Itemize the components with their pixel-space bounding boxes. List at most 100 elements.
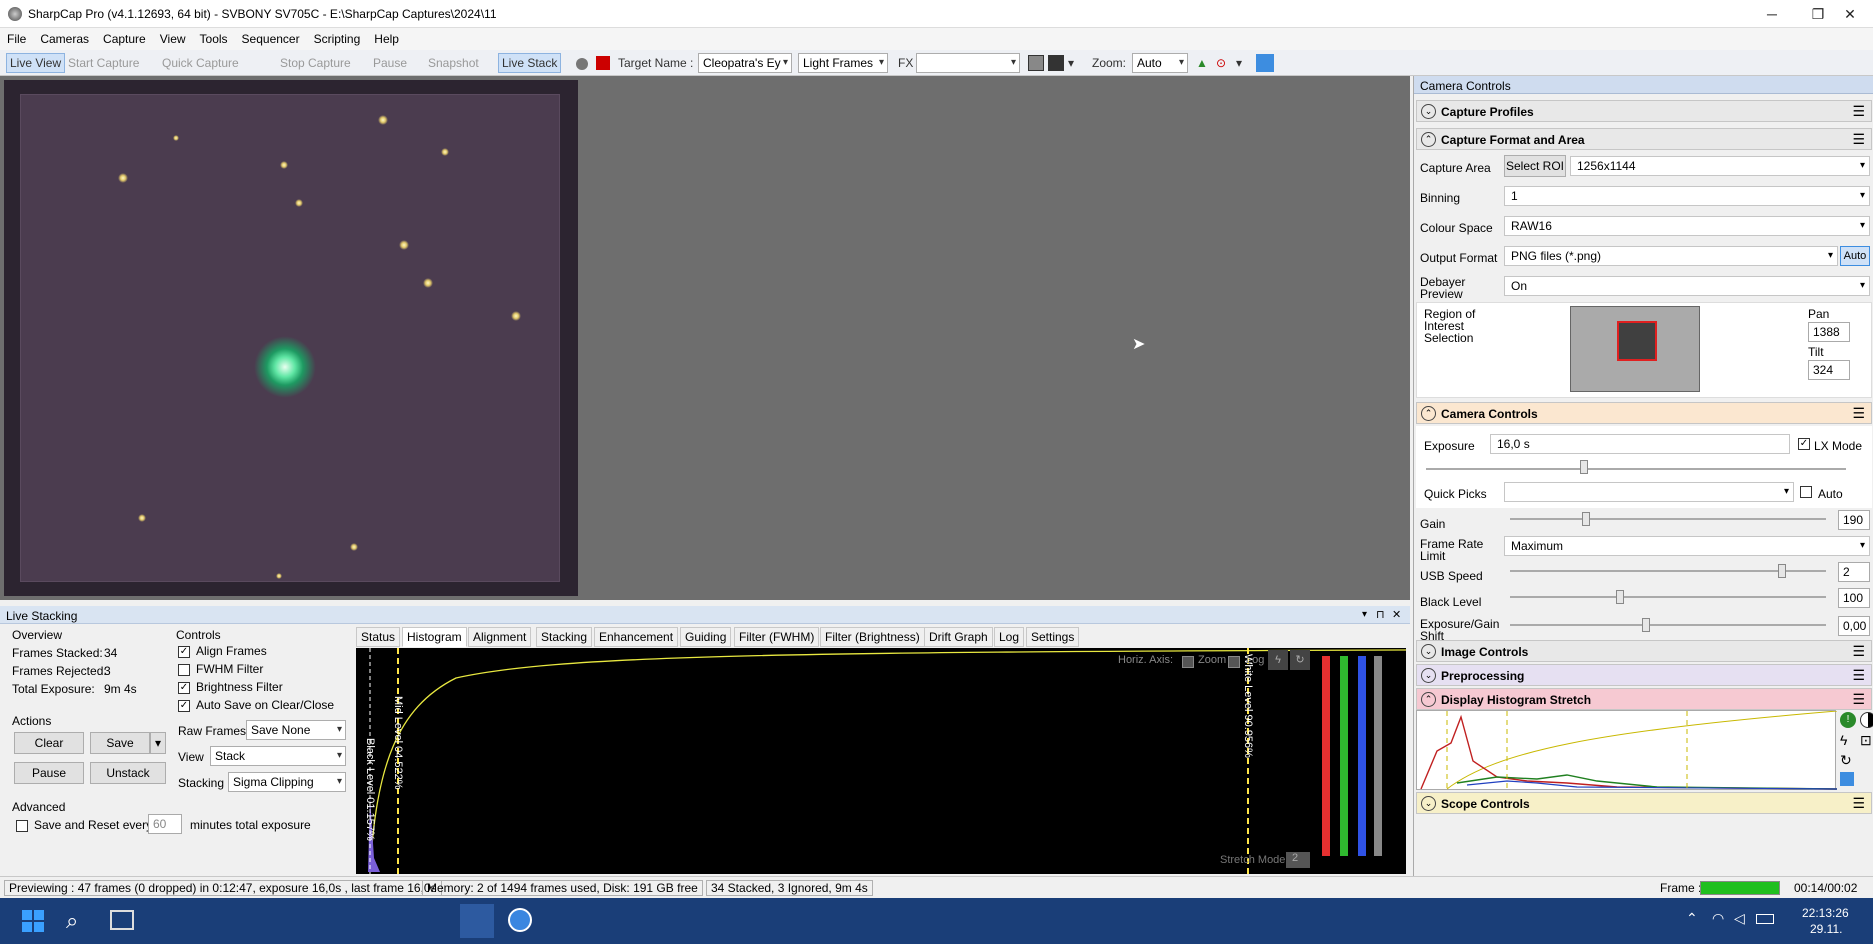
select-roi-button[interactable]: Select ROI [1504, 155, 1566, 177]
wifi-icon[interactable]: ◠ [1712, 910, 1724, 927]
reset-icon[interactable]: ↻ [1840, 752, 1852, 769]
image-viewer[interactable]: ➤ [0, 76, 1410, 600]
target-name-combo[interactable]: Cleopatra's Ey [698, 53, 792, 73]
frame-rate-combo[interactable]: Maximum [1504, 536, 1870, 556]
brightness-filter-checkbox[interactable]: ✓ [178, 682, 190, 694]
clock-date[interactable]: 29.11. [1810, 922, 1842, 936]
search-icon[interactable]: ⌕ [66, 908, 78, 934]
live-stack-button[interactable]: Live Stack [498, 53, 562, 73]
menu-file[interactable]: File [0, 28, 33, 50]
menu-tools[interactable]: Tools [193, 28, 235, 50]
fx-combo[interactable] [916, 53, 1020, 73]
output-auto-button[interactable]: Auto [1840, 246, 1870, 266]
start-capture-button[interactable]: Start Capture [68, 53, 139, 73]
start-menu-icon[interactable] [22, 910, 44, 932]
focus-icon[interactable] [1048, 55, 1064, 71]
tab-settings[interactable]: Settings [1026, 627, 1080, 647]
quick-picks-auto-checkbox[interactable] [1800, 486, 1812, 498]
image-controls-section[interactable]: ⌄ Image Controls ☰ [1416, 640, 1872, 662]
pin-panel-icon[interactable]: ⊓ [1376, 608, 1385, 621]
sharpcap-taskbar-icon[interactable] [508, 908, 532, 932]
panel-menu-icon[interactable]: ▾ [1362, 609, 1367, 620]
lock-icon[interactable]: ⊡ [1860, 732, 1872, 749]
tab-filter-brightness[interactable]: Filter (Brightness) [820, 627, 925, 647]
tab-status[interactable]: Status [356, 627, 401, 647]
frame-type-combo[interactable]: Light Frames [798, 53, 888, 73]
red-channel-slider[interactable] [1322, 656, 1330, 856]
taskbar-app-icon[interactable] [460, 904, 494, 938]
stack-histogram[interactable]: Black Level 01.157% Mid Level 04.522% Wh… [356, 648, 1406, 874]
exposure-gain-shift-slider-thumb[interactable] [1642, 618, 1650, 632]
section-menu-icon[interactable]: ☰ [1852, 643, 1865, 660]
dropdown-icon[interactable]: ▾ [1068, 53, 1074, 73]
fx-icon[interactable] [596, 56, 610, 70]
zoom-checkbox[interactable] [1228, 656, 1240, 668]
snapshot-button[interactable]: Snapshot [428, 53, 479, 73]
debayer-combo[interactable]: On [1504, 276, 1870, 296]
reset-stretch-icon[interactable]: ↻ [1290, 650, 1310, 670]
menu-scripting[interactable]: Scripting [307, 28, 368, 50]
luminance-channel-slider[interactable] [1374, 656, 1382, 856]
section-menu-icon[interactable]: ☰ [1852, 405, 1865, 422]
save-dropdown-icon[interactable]: ▾ [150, 732, 166, 754]
menu-help[interactable]: Help [367, 28, 406, 50]
stacking-combo[interactable]: Sigma Clipping [228, 772, 346, 792]
gain-input[interactable]: 190 [1838, 510, 1870, 530]
exposure-input[interactable]: 16,0 s [1490, 434, 1790, 454]
section-menu-icon[interactable]: ☰ [1852, 103, 1865, 120]
capture-area-combo[interactable]: 1256x1144 [1570, 156, 1870, 176]
tab-log[interactable]: Log [994, 627, 1025, 647]
close-panel-icon[interactable]: ✕ [1392, 608, 1401, 621]
menu-capture[interactable]: Capture [96, 28, 153, 50]
live-view-button[interactable]: Live View [6, 53, 66, 73]
black-level-slider-thumb[interactable] [1616, 590, 1624, 604]
section-menu-icon[interactable]: ☰ [1852, 795, 1865, 812]
pause-button[interactable]: Pause [373, 53, 407, 73]
save-reset-minutes[interactable]: 60 [148, 814, 182, 834]
exposure-slider-thumb[interactable] [1580, 460, 1588, 474]
lx-mode-checkbox[interactable]: ✓ [1798, 438, 1810, 450]
blue-channel-slider[interactable] [1358, 656, 1366, 856]
menu-sequencer[interactable]: Sequencer [235, 28, 307, 50]
gain-slider-thumb[interactable] [1582, 512, 1590, 526]
tab-stacking[interactable]: Stacking [536, 627, 593, 647]
roi-selection-box[interactable] [1617, 321, 1657, 361]
section-menu-icon[interactable]: ☰ [1852, 691, 1865, 708]
stretch-enable-icon[interactable]: ! [1840, 712, 1856, 728]
quick-picks-combo[interactable] [1504, 482, 1794, 502]
capture-format-section[interactable]: ⌃ Capture Format and Area ☰ [1416, 128, 1872, 150]
black-level-input[interactable]: 100 [1838, 588, 1870, 608]
section-menu-icon[interactable]: ☰ [1852, 131, 1865, 148]
save-button[interactable]: Save [90, 732, 150, 754]
preprocessing-section[interactable]: ⌄ Preprocessing ☰ [1416, 664, 1872, 686]
roi-preview[interactable] [1570, 306, 1700, 392]
scope-controls-section[interactable]: ⌄ Scope Controls ☰ [1416, 792, 1872, 814]
green-channel-slider[interactable] [1340, 656, 1348, 856]
contrast-icon[interactable] [1860, 712, 1873, 728]
stop-capture-button[interactable]: Stop Capture [280, 53, 351, 73]
auto-save-checkbox[interactable]: ✓ [178, 700, 190, 712]
pan-input[interactable]: 1388 [1808, 322, 1850, 342]
menu-view[interactable]: View [153, 28, 193, 50]
tab-histogram[interactable]: Histogram [402, 627, 467, 647]
save-stretch-icon[interactable] [1840, 772, 1854, 786]
view-combo[interactable]: Stack [210, 746, 346, 766]
align-frames-checkbox[interactable]: ✓ [178, 646, 190, 658]
volume-icon[interactable]: ◁ [1734, 910, 1745, 927]
battery-icon[interactable] [1756, 914, 1774, 924]
quick-capture-button[interactable]: Quick Capture [162, 53, 239, 73]
exposure-slider-track[interactable] [1426, 468, 1846, 470]
section-menu-icon[interactable]: ☰ [1852, 667, 1865, 684]
auto-stretch-icon[interactable]: ϟ [1268, 650, 1288, 670]
menu-cameras[interactable]: Cameras [33, 28, 96, 50]
tab-guiding[interactable]: Guiding [680, 627, 732, 647]
usb-speed-input[interactable]: 2 [1838, 562, 1870, 582]
raw-frames-combo[interactable]: Save None [246, 720, 346, 740]
horiz-axis-checkbox[interactable] [1182, 656, 1194, 668]
gain-slider-track[interactable] [1510, 518, 1826, 520]
stretch-mode-value[interactable]: 2 [1286, 852, 1310, 868]
black-level-slider-track[interactable] [1510, 596, 1826, 598]
minimize-button[interactable]: ─ [1749, 0, 1795, 28]
reticle-icon[interactable] [1028, 55, 1044, 71]
histogram-chart-icon[interactable]: ▲ [1196, 53, 1208, 73]
